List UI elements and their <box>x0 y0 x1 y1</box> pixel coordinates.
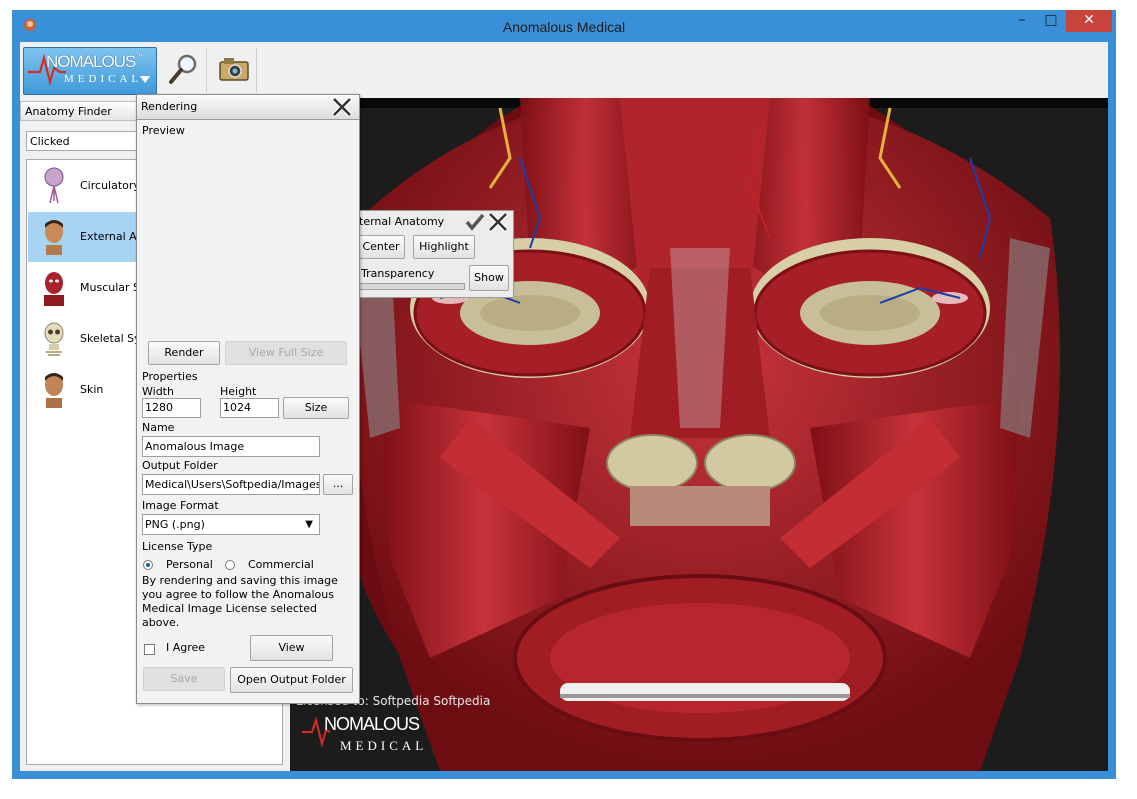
open-output-folder-button[interactable]: Open Output Folder <box>230 667 353 693</box>
center-button[interactable]: Center <box>357 235 405 259</box>
image-format-label: Image Format <box>142 499 219 512</box>
height-field[interactable]: 1024 <box>220 398 279 418</box>
viewport-logo-line2: MEDICAL <box>340 738 428 753</box>
rendering-dialog-title: Rendering <box>141 100 198 113</box>
output-folder-field[interactable]: Medical\Users\Softpedia/Images <box>142 474 320 495</box>
skin-icon <box>40 371 68 409</box>
3d-viewport[interactable] <box>290 98 1108 771</box>
browse-folder-button[interactable]: ... <box>323 474 353 495</box>
width-field[interactable]: 1280 <box>142 398 201 418</box>
list-item-label: Circulatory <box>80 179 140 192</box>
client-area: NOMALOUS™ MEDICAL Anatomy Finder Clicked… <box>20 42 1108 771</box>
height-label: Height <box>220 385 257 398</box>
save-button[interactable]: Save <box>143 667 225 691</box>
checkmark-icon[interactable] <box>465 213 485 231</box>
properties-label: Properties <box>142 370 198 383</box>
render-tool-button[interactable] <box>212 48 257 92</box>
viewport-logo-line1: NOMALOUS <box>324 714 420 734</box>
highlight-button[interactable]: Highlight <box>413 235 475 259</box>
agree-label: I Agree <box>166 641 206 654</box>
commercial-radio[interactable] <box>225 560 235 570</box>
transparency-label: Transparency <box>361 267 435 280</box>
size-button[interactable]: Size <box>283 397 349 419</box>
close-button[interactable]: ✕ <box>1066 10 1112 32</box>
name-field[interactable]: Anomalous Image <box>142 436 320 457</box>
popup-close-icon[interactable] <box>487 212 509 232</box>
logo-dropdown-icon <box>140 76 150 83</box>
name-label: Name <box>142 421 175 434</box>
license-type-label: License Type <box>142 540 213 553</box>
personal-label: Personal <box>166 558 213 571</box>
list-item-label: External A <box>80 230 137 243</box>
width-label: Width <box>142 385 174 398</box>
render-button[interactable]: Render <box>148 341 220 365</box>
rendering-dialog: Rendering Preview Render View Full Size … <box>136 94 360 704</box>
logo-line1: NOMALOUS <box>46 52 136 71</box>
output-folder-label: Output Folder <box>142 459 218 472</box>
popup-title: ternal Anatomy <box>359 215 445 228</box>
preview-area <box>142 139 352 335</box>
license-agreement-text: By rendering and saving this image you a… <box>142 574 338 629</box>
dropdown-arrow-icon: ▼ <box>305 519 313 530</box>
title-bar[interactable]: Anomalous Medical – □ ✕ <box>12 10 1116 42</box>
maximize-button[interactable]: □ <box>1037 10 1065 32</box>
viewport-logo: NOMALOUS MEDICAL <box>300 710 450 758</box>
magnifier-icon <box>169 54 197 84</box>
show-button[interactable]: Show <box>469 265 509 291</box>
logo-medical: MEDICAL <box>64 73 143 85</box>
list-item-label: Muscular S <box>80 281 141 294</box>
external-anatomy-icon <box>40 218 68 256</box>
commercial-label: Commercial <box>248 558 314 571</box>
preview-label: Preview <box>142 124 185 137</box>
external-anatomy-popup: ternal Anatomy Center Highlight Transpar… <box>354 210 514 298</box>
muscular-icon <box>40 269 68 307</box>
minimize-button[interactable]: – <box>1008 10 1036 32</box>
window-title: Anomalous Medical <box>502 19 626 35</box>
circulatory-icon <box>40 167 68 205</box>
search-tool-button[interactable] <box>162 48 207 92</box>
view-full-size-button[interactable]: View Full Size <box>225 341 347 365</box>
rendering-dialog-header[interactable]: Rendering <box>137 95 359 120</box>
anatomy-render <box>290 98 1108 771</box>
image-format-select[interactable]: PNG (.png) ▼ <box>142 514 320 535</box>
finder-search-input[interactable]: Clicked <box>26 131 146 151</box>
close-icon[interactable] <box>331 97 353 117</box>
anomalous-logo-button[interactable]: NOMALOUS™ MEDICAL <box>23 47 157 95</box>
personal-radio[interactable] <box>143 560 153 570</box>
camera-icon <box>219 58 249 81</box>
list-item-label: Skin <box>80 383 104 396</box>
transparency-slider[interactable] <box>357 283 465 290</box>
logo-wordmark: NOMALOUS™ <box>46 52 143 72</box>
list-item-label: Skeletal Sy <box>80 332 141 345</box>
logo-trademark: ™ <box>135 52 143 61</box>
image-format-value: PNG (.png) <box>145 518 205 531</box>
skeletal-icon <box>40 320 68 358</box>
view-license-button[interactable]: View <box>250 635 333 661</box>
toolbar: NOMALOUS™ MEDICAL <box>20 42 1108 99</box>
agree-checkbox[interactable] <box>144 644 155 655</box>
